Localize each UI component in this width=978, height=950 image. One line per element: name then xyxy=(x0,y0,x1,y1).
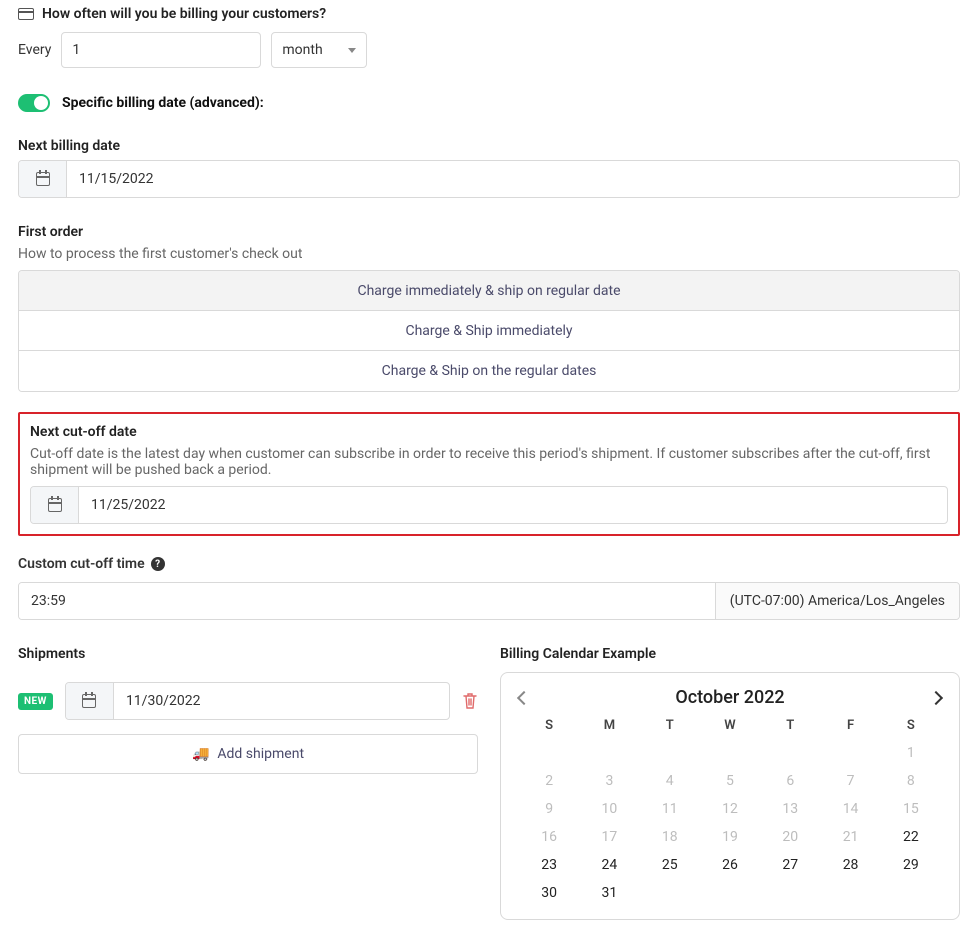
first-order-option[interactable]: Charge immediately & ship on regular dat… xyxy=(19,271,959,311)
first-order-option[interactable]: Charge & Ship immediately xyxy=(19,311,959,351)
calendar-day[interactable]: 6 xyxy=(760,773,820,789)
calendar-day[interactable]: 13 xyxy=(760,801,820,817)
calendar-dow: F xyxy=(820,718,880,733)
calendar-day[interactable]: 17 xyxy=(579,829,639,845)
calendar-grid: SMTWTFS......123456789101112131415161718… xyxy=(519,718,941,901)
calendar-day[interactable]: 12 xyxy=(700,801,760,817)
cutoff-highlight-box: Next cut-off date Cut-off date is the la… xyxy=(18,412,960,536)
first-order-options: Charge immediately & ship on regular dat… xyxy=(18,270,960,392)
calendar-day[interactable]: 26 xyxy=(700,857,760,873)
cutoff-time-value: 23:59 xyxy=(31,593,66,609)
calendar-day[interactable]: 21 xyxy=(820,829,880,845)
calendar-day[interactable]: 20 xyxy=(760,829,820,845)
billing-calendar-header: Billing Calendar Example xyxy=(500,646,960,662)
next-billing-label: Next billing date xyxy=(18,138,960,154)
cutoff-time-label: Custom cut-off time xyxy=(18,556,145,572)
cutoff-input[interactable]: 11/25/2022 xyxy=(30,486,948,524)
calendar-day[interactable]: 25 xyxy=(640,857,700,873)
calendar-dow: T xyxy=(760,718,820,733)
help-icon[interactable]: ? xyxy=(151,557,165,571)
delete-shipment-button[interactable] xyxy=(462,692,478,710)
shipment-date-input[interactable]: 11/30/2022 xyxy=(65,682,450,720)
new-badge: NEW xyxy=(18,693,53,710)
calendar-icon xyxy=(82,694,96,708)
calendar-day[interactable]: 23 xyxy=(519,857,579,873)
calendar-day[interactable]: 11 xyxy=(640,801,700,817)
calendar-day[interactable]: 16 xyxy=(519,829,579,845)
calendar-next-button[interactable] xyxy=(929,690,943,704)
shipments-label: Shipments xyxy=(18,646,478,662)
creditcard-icon xyxy=(18,8,34,20)
cutoff-subtext: Cut-off date is the latest day when cust… xyxy=(30,446,948,478)
calendar-dow: M xyxy=(579,718,639,733)
calendar-day[interactable]: 3 xyxy=(579,773,639,789)
calendar-day[interactable]: 27 xyxy=(760,857,820,873)
calendar-dow: S xyxy=(881,718,941,733)
calendar-day[interactable]: 8 xyxy=(881,773,941,789)
calendar-day[interactable]: 1 xyxy=(881,745,941,761)
unit-value: month xyxy=(282,42,322,58)
next-billing-value: 11/15/2022 xyxy=(67,161,959,197)
calendar-dow: T xyxy=(640,718,700,733)
calendar-day[interactable]: 19 xyxy=(700,829,760,845)
calendar-day[interactable]: 22 xyxy=(881,829,941,845)
interval-input[interactable]: 1 xyxy=(61,32,261,68)
calendar-day[interactable]: 30 xyxy=(519,885,579,901)
cutoff-value: 11/25/2022 xyxy=(79,487,947,523)
calendar-prev-button[interactable] xyxy=(517,690,531,704)
cutoff-time-input[interactable]: 23:59 xyxy=(19,583,715,619)
chevron-down-icon xyxy=(348,48,356,53)
next-billing-input[interactable]: 11/15/2022 xyxy=(18,160,960,198)
first-order-subtext: How to process the first customer's chec… xyxy=(18,246,960,262)
calendar-day[interactable]: 28 xyxy=(820,857,880,873)
calendar-day[interactable]: 5 xyxy=(700,773,760,789)
every-label: Every xyxy=(18,42,51,58)
cutoff-time-row: 23:59 (UTC-07:00) America/Los_Angeles xyxy=(18,582,960,620)
shipment-date-value: 11/30/2022 xyxy=(114,683,449,719)
unit-select[interactable]: month xyxy=(271,32,367,68)
truck-icon: 🚚 xyxy=(192,746,209,762)
calendar-day[interactable]: 24 xyxy=(579,857,639,873)
calendar-day[interactable]: 4 xyxy=(640,773,700,789)
specific-billing-toggle[interactable] xyxy=(18,94,50,112)
calendar-day[interactable]: 18 xyxy=(640,829,700,845)
calendar-day[interactable]: 31 xyxy=(579,885,639,901)
specific-billing-label: Specific billing date (advanced): xyxy=(62,95,264,111)
calendar-dow: W xyxy=(700,718,760,733)
first-order-label: First order xyxy=(18,224,960,240)
billing-frequency-label: How often will you be billing your custo… xyxy=(42,6,326,22)
calendar-day[interactable]: 15 xyxy=(881,801,941,817)
add-shipment-button[interactable]: 🚚 Add shipment xyxy=(18,734,478,774)
calendar-dow: S xyxy=(519,718,579,733)
interval-value: 1 xyxy=(72,42,80,58)
calendar-day[interactable]: 10 xyxy=(579,801,639,817)
calendar-icon xyxy=(48,498,62,512)
calendar-day[interactable]: 14 xyxy=(820,801,880,817)
first-order-option[interactable]: Charge & Ship on the regular dates xyxy=(19,351,959,391)
billing-calendar: October 2022 SMTWTFS......12345678910111… xyxy=(500,672,960,920)
calendar-month-label: October 2022 xyxy=(675,687,784,708)
add-shipment-label: Add shipment xyxy=(217,746,304,762)
calendar-day[interactable]: 9 xyxy=(519,801,579,817)
calendar-day[interactable]: 7 xyxy=(820,773,880,789)
calendar-day[interactable]: 2 xyxy=(519,773,579,789)
calendar-icon xyxy=(36,172,50,186)
cutoff-time-tz: (UTC-07:00) America/Los_Angeles xyxy=(715,583,959,619)
calendar-day[interactable]: 29 xyxy=(881,857,941,873)
cutoff-label: Next cut-off date xyxy=(30,424,948,440)
